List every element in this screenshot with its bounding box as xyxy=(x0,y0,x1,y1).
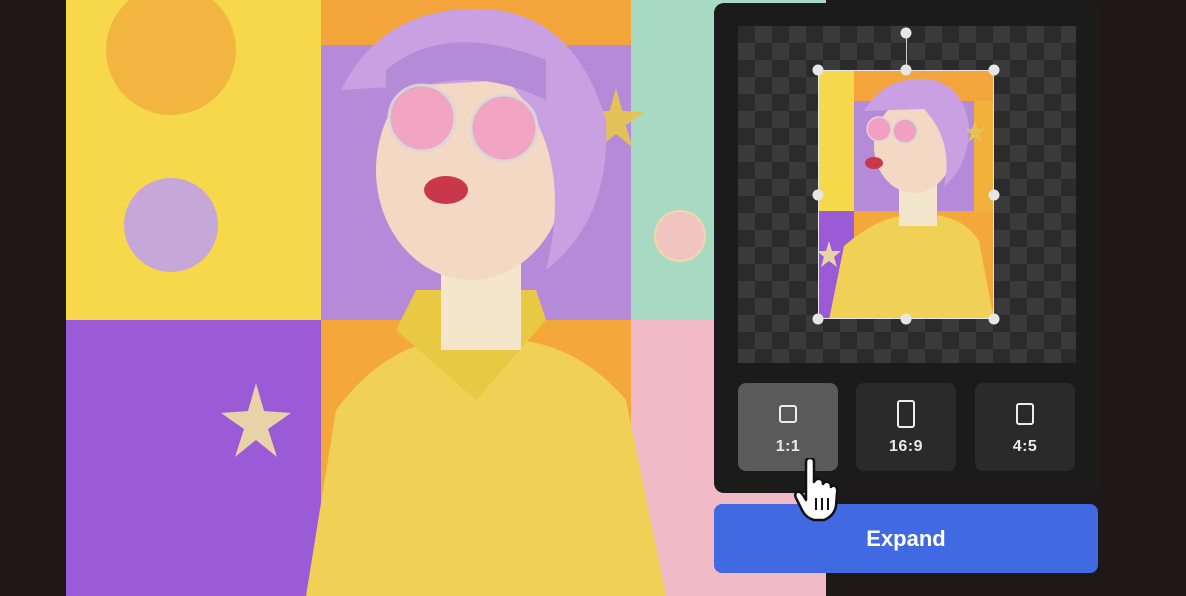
expand-button-label: Expand xyxy=(866,525,946,551)
expand-button[interactable]: Expand xyxy=(714,504,1098,573)
portrait-ratio-icon xyxy=(897,400,915,428)
resize-handle-bottom-right[interactable] xyxy=(988,313,1000,325)
resize-handle-left[interactable] xyxy=(812,189,824,201)
ratio-button-4-5[interactable]: 4:5 xyxy=(975,383,1075,471)
background-photo xyxy=(66,0,826,596)
resize-handle-right[interactable] xyxy=(988,189,1000,201)
image-preview-frame[interactable] xyxy=(818,70,994,319)
ratio-label: 1:1 xyxy=(775,438,801,455)
portrait-short-ratio-icon xyxy=(1016,403,1034,425)
ratio-label: 16:9 xyxy=(888,438,924,455)
ratio-button-16-9[interactable]: 16:9 xyxy=(856,383,956,471)
resize-handle-top[interactable] xyxy=(900,64,912,76)
resize-handle-bottom-left[interactable] xyxy=(812,313,824,325)
hand-pointer-icon xyxy=(794,458,838,522)
square-ratio-icon xyxy=(779,405,797,423)
ratio-label: 4:5 xyxy=(1012,438,1038,455)
rotate-handle[interactable] xyxy=(900,27,912,39)
resize-handle-top-left[interactable] xyxy=(812,64,824,76)
resize-handle-top-right[interactable] xyxy=(988,64,1000,76)
resize-handle-bottom[interactable] xyxy=(900,313,912,325)
